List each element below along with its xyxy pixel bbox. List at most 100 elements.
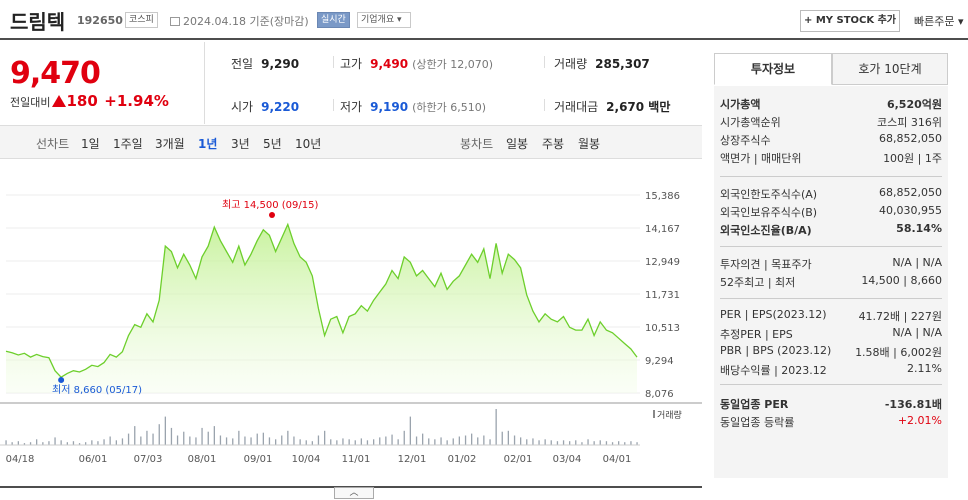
volume-bar [526, 439, 528, 445]
tab-investment-info[interactable]: 투자정보 [714, 53, 832, 85]
info-label: 배당수익률 | 2023.12 [720, 364, 827, 377]
info-row: 배당수익률 | 2023.12 2.11% [720, 360, 942, 378]
info-row: 추정PER | EPS N/A | N/A [720, 324, 942, 342]
candle-tab-monthly[interactable]: 월봉 [578, 135, 600, 152]
up-triangle-icon [52, 95, 67, 107]
volume-bar [244, 436, 246, 445]
volume-bar [403, 430, 405, 445]
volume-bar [544, 439, 546, 445]
volume-bar [152, 433, 154, 445]
volume-bar [575, 440, 577, 445]
volume-bar [72, 441, 75, 445]
info-label: 추정PER | EPS [720, 328, 793, 341]
volume-bar [630, 441, 632, 445]
stat-amount: 거래대금 2,670 백만 [554, 98, 670, 115]
volume-bar [391, 434, 393, 445]
volume-bar [483, 435, 485, 445]
info-value: 1.58배 | 6,002원 [855, 346, 942, 359]
volume-bar [354, 440, 356, 445]
info-value: 41.72배 | 227원 [858, 310, 942, 323]
basis-text: 기준(장마감) [249, 15, 309, 28]
volume-bar [422, 433, 424, 445]
stat-label: 거래량 [554, 57, 588, 71]
stat-label: 저가 [340, 100, 363, 114]
period-tab-3y[interactable]: 3년 [231, 135, 250, 152]
info-value: 40,030,955 [879, 204, 942, 217]
volume-bar [48, 441, 50, 445]
volume-bar [176, 435, 179, 445]
price-stats: 전일 9,290 고가 9,490 (상한가 12,070) 거래량 285,307 시… [206, 42, 702, 124]
candle-chart-label: 봉차트 [460, 137, 494, 151]
quick-order-button[interactable]: 빠른주문 ▾ [914, 13, 964, 29]
volume-bar [556, 441, 559, 445]
info-row: 시가총액 6,520억원 [720, 94, 942, 112]
volume-bar [618, 441, 620, 445]
high-marker [269, 212, 275, 218]
candle-tab-weekly[interactable]: 주봉 [542, 135, 564, 152]
tab-order-book[interactable]: 호가 10단계 [832, 53, 948, 85]
company-name: 드림텍 [10, 10, 66, 34]
divider [544, 99, 545, 111]
stat-label: 거래대금 [554, 100, 599, 114]
info-row: 시가총액순위 코스피 316위 [720, 112, 942, 130]
volume-bar [562, 440, 565, 445]
info-value: -136.81배 [884, 398, 942, 411]
info-label: 외국인보유주식수(B) [720, 206, 818, 219]
period-tab-1y[interactable]: 1년 [198, 135, 217, 152]
company-overview-dropdown[interactable]: 기업개요 ▾ [357, 12, 411, 28]
y-tick-label: 11,731 [645, 290, 680, 301]
volume-bar [5, 440, 7, 445]
info-label: 동일업종 PER [720, 398, 789, 411]
price-chart-svg[interactable]: 15,386 14,167 12,949 11,731 10,513 9,294 8,076… [0, 160, 702, 486]
candle-tab-daily[interactable]: 일봉 [506, 135, 528, 152]
price-chart[interactable]: 15,386 14,167 12,949 11,731 10,513 9,294 8,076… [0, 160, 702, 486]
volume-bar [342, 438, 344, 445]
period-tab-5y[interactable]: 5년 [263, 135, 282, 152]
volume-bar [385, 436, 387, 445]
volume-bar [299, 439, 301, 445]
stat-volume: 거래량 285,307 [554, 55, 650, 72]
info-row: 동일업종 등락률 +2.01% [720, 412, 942, 430]
x-tick-label: 01/02 [448, 454, 477, 465]
panel-divider [720, 246, 942, 247]
period-tab-1d[interactable]: 1일 [81, 135, 100, 152]
chevron-down-icon: ▾ [957, 15, 964, 28]
volume-bar [330, 439, 332, 445]
stock-code: 192650 [77, 14, 123, 27]
stat-value: 9,490 [370, 57, 409, 71]
volume-bar [293, 436, 295, 445]
info-row: 외국인한도주식수(A) 68,852,050 [720, 184, 942, 202]
volume-bar [440, 437, 442, 445]
divider [333, 99, 334, 111]
realtime-button[interactable]: 실시간 [317, 12, 350, 28]
volume-bar [366, 440, 369, 445]
market-badge: 코스피 [125, 12, 158, 28]
volume-bar [121, 438, 124, 445]
volume-bar [495, 409, 497, 445]
info-value: 100원 | 1주 [883, 152, 942, 165]
volume-bar [213, 426, 215, 445]
volume-bar [225, 437, 228, 445]
info-value: 2.11% [907, 362, 942, 375]
volume-bar [268, 437, 271, 445]
period-tab-3m[interactable]: 3개월 [155, 135, 185, 152]
period-tab-10y[interactable]: 10년 [295, 135, 321, 152]
volume-bar [507, 430, 509, 445]
panel-divider [720, 176, 942, 177]
add-my-stock-button[interactable]: + MY STOCK 추가 [800, 10, 900, 32]
period-tab-1w[interactable]: 1주일 [113, 135, 143, 152]
info-label: 외국인소진율(B/A) [720, 224, 812, 237]
change-percent: +1.94% [104, 92, 169, 110]
change-label: 전일대비 [10, 96, 51, 109]
volume-bar [569, 441, 571, 445]
volume-bar [281, 435, 283, 445]
info-row: 액면가 | 매매단위 100원 | 1주 [720, 148, 942, 166]
low-marker [58, 377, 65, 383]
change-amount: 180 [66, 92, 98, 110]
volume-bar [434, 439, 436, 445]
info-label: PBR | BPS (2023.12) [720, 344, 832, 357]
x-tick-label: 09/01 [244, 454, 273, 465]
volume-bar [219, 435, 222, 445]
expand-chart-handle[interactable]: ︿ [334, 487, 374, 499]
high-annotation: 최고 14,500 (09/15) [222, 199, 318, 211]
